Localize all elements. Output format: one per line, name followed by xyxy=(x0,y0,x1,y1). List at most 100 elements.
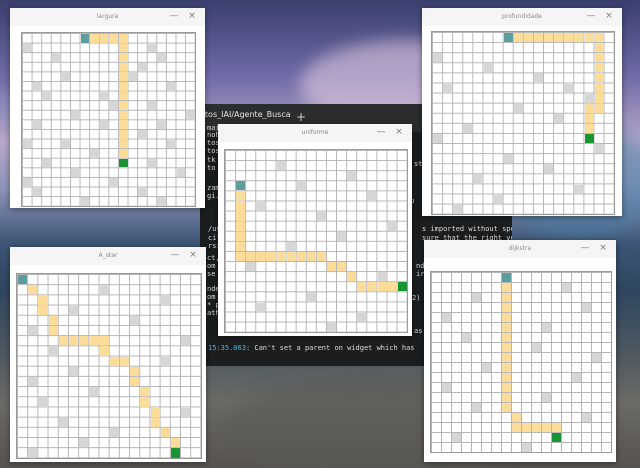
obstacle-cell xyxy=(572,373,581,382)
obstacle-cell xyxy=(582,303,591,312)
goal-cell xyxy=(397,282,407,292)
path-cell xyxy=(276,252,286,262)
path-cell xyxy=(120,356,130,366)
goal-cell xyxy=(171,448,181,458)
terminal-line-fragment: s imported without spe xyxy=(422,225,512,233)
obstacle-cell xyxy=(256,201,266,211)
start-cell xyxy=(80,34,90,43)
path-cell xyxy=(119,149,128,158)
obstacle-cell xyxy=(71,168,80,177)
window-a-star[interactable]: A_star — × xyxy=(10,247,206,462)
obstacle-cell xyxy=(130,315,140,325)
obstacle-cell xyxy=(167,82,176,91)
path-cell xyxy=(367,282,377,292)
obstacle-cell xyxy=(582,413,591,422)
obstacle-cell xyxy=(306,292,316,302)
window-titlebar[interactable]: A_star — × xyxy=(10,247,206,265)
search-grid xyxy=(21,32,196,207)
obstacle-cell xyxy=(138,62,147,72)
path-cell xyxy=(150,407,160,417)
path-cell xyxy=(502,313,511,322)
obstacle-cell xyxy=(69,305,79,315)
path-cell xyxy=(109,356,119,366)
obstacle-cell xyxy=(23,43,32,53)
path-cell xyxy=(130,377,140,387)
obstacle-cell xyxy=(522,443,531,452)
obstacle-cell xyxy=(452,433,461,442)
search-grid xyxy=(16,273,202,459)
minimize-icon[interactable]: — xyxy=(170,250,180,260)
obstacle-cell xyxy=(28,326,38,336)
start-cell xyxy=(502,273,511,282)
obstacle-cell xyxy=(138,130,147,139)
path-cell xyxy=(513,33,523,43)
obstacle-cell xyxy=(554,113,564,123)
obstacle-cell xyxy=(433,53,443,63)
path-cell xyxy=(89,336,99,346)
path-cell xyxy=(584,33,594,43)
window-dijkstra[interactable]: dijkstra — × xyxy=(424,240,616,462)
close-icon[interactable]: × xyxy=(188,250,198,260)
path-cell xyxy=(594,63,604,73)
obstacle-cell xyxy=(377,272,387,282)
terminal-line: se xyxy=(207,270,215,279)
path-cell xyxy=(99,346,109,356)
minimize-icon[interactable]: — xyxy=(586,11,596,21)
window-largura[interactable]: largura — × xyxy=(10,8,205,208)
window-titlebar[interactable]: uniforme — × xyxy=(218,124,412,142)
close-icon[interactable]: × xyxy=(598,243,608,253)
obstacle-cell xyxy=(160,356,170,366)
path-cell xyxy=(38,305,48,315)
obstacle-cell xyxy=(147,101,157,110)
minimize-icon[interactable]: — xyxy=(376,127,386,137)
obstacle-cell xyxy=(99,285,109,295)
minimize-icon[interactable]: — xyxy=(169,11,179,21)
minimize-icon[interactable]: — xyxy=(580,243,590,253)
obstacle-cell xyxy=(90,149,99,158)
close-icon[interactable]: × xyxy=(187,11,197,21)
path-cell xyxy=(574,33,584,43)
path-cell xyxy=(38,295,48,305)
obstacle-cell xyxy=(48,346,58,356)
path-cell xyxy=(119,91,128,101)
path-cell xyxy=(594,93,604,103)
obstacle-cell xyxy=(58,417,68,427)
search-grid xyxy=(431,31,615,215)
obstacle-cell xyxy=(296,181,306,191)
path-cell xyxy=(502,353,511,362)
obstacle-cell xyxy=(109,178,118,187)
obstacle-cell xyxy=(473,174,483,184)
window-titlebar[interactable]: dijkstra — × xyxy=(424,240,616,258)
terminal-timestamp: 15:35.063 xyxy=(208,344,246,352)
path-cell xyxy=(160,428,170,438)
obstacle-cell xyxy=(433,134,443,144)
obstacle-cell xyxy=(28,448,38,458)
path-cell xyxy=(119,110,128,120)
obstacle-cell xyxy=(327,322,337,332)
window-profundidade[interactable]: profundidade — × xyxy=(422,8,622,216)
close-icon[interactable]: × xyxy=(394,127,404,137)
path-cell xyxy=(534,33,544,43)
window-uniforme[interactable]: uniforme — × xyxy=(218,124,412,336)
path-cell xyxy=(502,373,511,382)
path-cell xyxy=(48,326,58,336)
path-cell xyxy=(119,82,128,91)
path-cell xyxy=(119,120,128,129)
obstacle-cell xyxy=(387,221,397,231)
obstacle-cell xyxy=(109,101,118,110)
obstacle-cell xyxy=(482,363,491,372)
window-titlebar[interactable]: profundidade — × xyxy=(422,8,622,26)
obstacle-cell xyxy=(160,295,170,305)
obstacle-cell xyxy=(276,161,286,171)
path-cell xyxy=(236,201,246,211)
path-cell xyxy=(171,438,181,448)
obstacle-cell xyxy=(256,302,266,312)
path-cell xyxy=(69,336,79,346)
path-cell xyxy=(58,336,68,346)
obstacle-cell xyxy=(286,241,296,251)
path-cell xyxy=(502,343,511,352)
path-cell xyxy=(502,383,511,392)
path-cell xyxy=(594,53,604,63)
window-titlebar[interactable]: largura — × xyxy=(10,8,205,26)
close-icon[interactable]: × xyxy=(604,11,614,21)
